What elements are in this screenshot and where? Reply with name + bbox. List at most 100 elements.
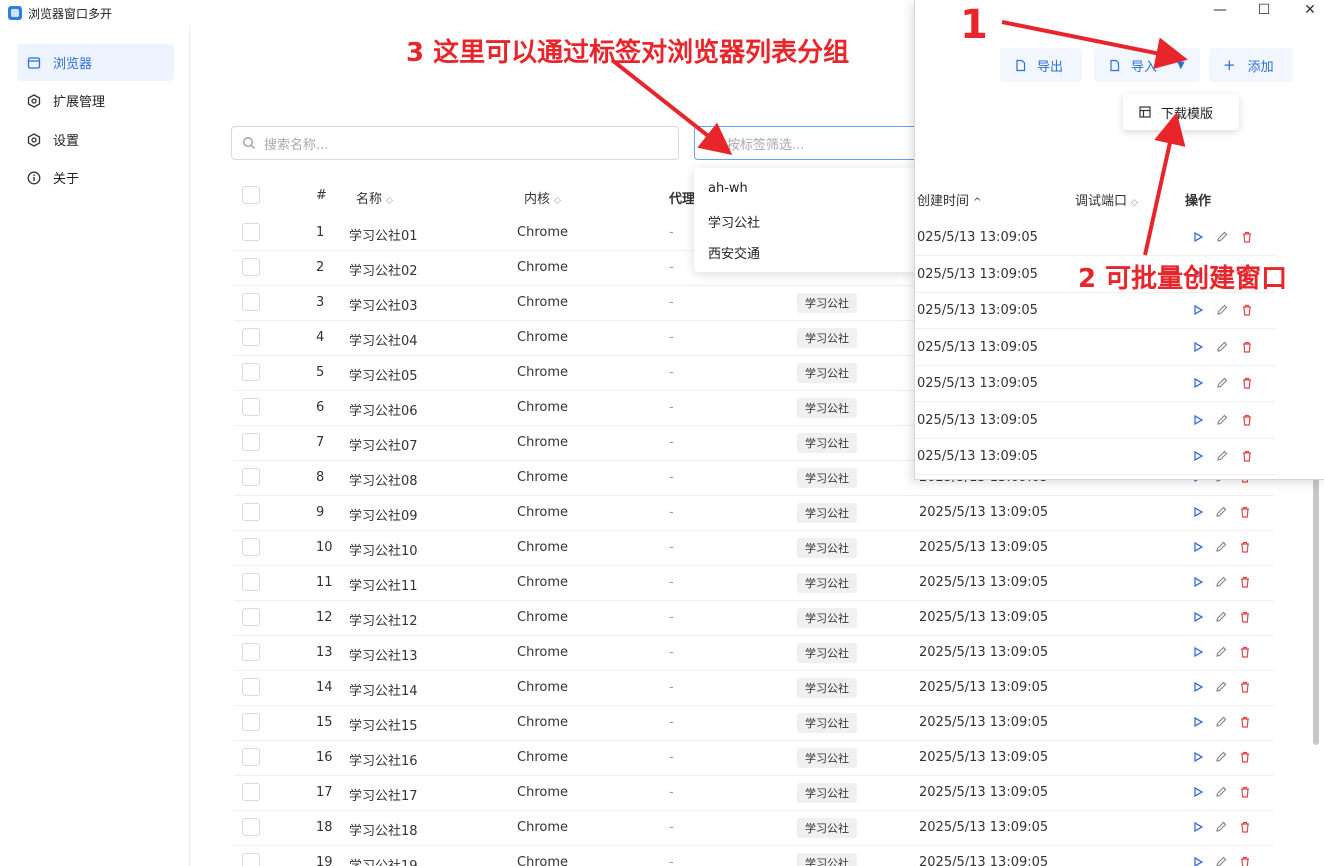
- play-icon[interactable]: [1191, 610, 1205, 624]
- tag-option[interactable]: ah-wh: [708, 181, 748, 196]
- edit-icon[interactable]: [1214, 855, 1228, 866]
- row-kernel: Chrome: [517, 400, 568, 415]
- select-all-checkbox[interactable]: [242, 186, 260, 204]
- play-icon[interactable]: [1191, 540, 1205, 554]
- edit-icon[interactable]: [1215, 449, 1229, 463]
- delete-icon[interactable]: [1238, 820, 1252, 834]
- play-icon[interactable]: [1191, 715, 1205, 729]
- edit-icon[interactable]: [1214, 645, 1228, 659]
- row-checkbox[interactable]: [242, 608, 260, 626]
- play-icon[interactable]: [1191, 680, 1205, 694]
- delete-icon[interactable]: [1238, 610, 1252, 624]
- row-checkbox[interactable]: [242, 818, 260, 836]
- row-checkbox[interactable]: [242, 503, 260, 521]
- row-checkbox[interactable]: [242, 853, 260, 866]
- edit-icon[interactable]: [1214, 750, 1228, 764]
- delete-icon[interactable]: [1240, 230, 1254, 244]
- column-name[interactable]: 名称 ◇: [356, 188, 393, 207]
- row-checkbox[interactable]: [242, 258, 260, 276]
- row-checkbox[interactable]: [242, 678, 260, 696]
- edit-icon[interactable]: [1214, 785, 1228, 799]
- edit-icon[interactable]: [1214, 610, 1228, 624]
- delete-icon[interactable]: [1240, 340, 1254, 354]
- row-tag: 学习公社: [797, 573, 857, 593]
- delete-icon[interactable]: [1240, 413, 1254, 427]
- row-checkbox[interactable]: [242, 223, 260, 241]
- row-index: 4: [316, 330, 325, 345]
- play-icon[interactable]: [1191, 449, 1205, 463]
- delete-icon[interactable]: [1238, 750, 1252, 764]
- delete-icon[interactable]: [1240, 376, 1254, 390]
- row-checkbox[interactable]: [242, 748, 260, 766]
- play-icon[interactable]: [1191, 750, 1205, 764]
- row-checkbox[interactable]: [242, 783, 260, 801]
- search-input[interactable]: 搜索名称...: [231, 126, 679, 160]
- play-icon[interactable]: [1191, 303, 1205, 317]
- play-icon[interactable]: [1191, 785, 1205, 799]
- row-checkbox[interactable]: [242, 713, 260, 731]
- row-checkbox[interactable]: [242, 293, 260, 311]
- delete-icon[interactable]: [1240, 303, 1254, 317]
- delete-icon[interactable]: [1238, 540, 1252, 554]
- play-icon[interactable]: [1191, 376, 1205, 390]
- row-checkbox[interactable]: [242, 398, 260, 416]
- maximize-icon[interactable]: ☐: [1253, 2, 1275, 18]
- play-icon[interactable]: [1191, 645, 1205, 659]
- edit-icon[interactable]: [1214, 680, 1228, 694]
- edit-icon[interactable]: [1215, 230, 1229, 244]
- download-template-menu-item[interactable]: 下载模版: [1123, 94, 1239, 130]
- edit-icon[interactable]: [1214, 505, 1228, 519]
- column-debug-port[interactable]: 调试端口 ◇: [1075, 190, 1138, 209]
- tag-option[interactable]: 西安交通: [708, 243, 760, 262]
- sidebar-item-about[interactable]: 关于: [17, 159, 174, 196]
- row-checkbox[interactable]: [242, 363, 260, 381]
- column-created[interactable]: 创建时间 ^: [917, 190, 982, 209]
- sidebar-item-settings[interactable]: 设置: [17, 121, 174, 158]
- sidebar-item-extensions[interactable]: 扩展管理: [17, 82, 174, 119]
- row-checkbox[interactable]: [242, 328, 260, 346]
- edit-icon[interactable]: [1214, 575, 1228, 589]
- row-index: 17: [316, 785, 333, 800]
- play-icon[interactable]: [1191, 230, 1205, 244]
- edit-icon[interactable]: [1215, 413, 1229, 427]
- sidebar-item-browser[interactable]: 浏览器: [17, 44, 174, 81]
- delete-icon[interactable]: [1240, 449, 1254, 463]
- import-button[interactable]: 导入 ▼: [1094, 48, 1200, 82]
- caret-down-icon[interactable]: ▼: [1177, 60, 1185, 71]
- row-checkbox[interactable]: [242, 643, 260, 661]
- delete-icon[interactable]: [1238, 680, 1252, 694]
- play-icon[interactable]: [1191, 855, 1205, 866]
- edit-icon[interactable]: [1214, 540, 1228, 554]
- tag-option[interactable]: 学习公社: [708, 212, 760, 231]
- close-icon[interactable]: ✕: [1299, 2, 1321, 18]
- row-checkbox[interactable]: [242, 573, 260, 591]
- delete-icon[interactable]: [1238, 505, 1252, 519]
- delete-icon[interactable]: [1238, 575, 1252, 589]
- edit-icon[interactable]: [1214, 715, 1228, 729]
- delete-icon[interactable]: [1238, 715, 1252, 729]
- column-kernel[interactable]: 内核 ◇: [524, 188, 561, 207]
- play-icon[interactable]: [1191, 413, 1205, 427]
- edit-icon[interactable]: [1215, 376, 1229, 390]
- add-button[interactable]: + 添加: [1209, 48, 1293, 82]
- annotation-1: 1: [960, 2, 988, 48]
- play-icon[interactable]: [1191, 820, 1205, 834]
- minimize-icon[interactable]: —: [1209, 2, 1231, 18]
- edit-icon[interactable]: [1215, 340, 1229, 354]
- delete-icon[interactable]: [1238, 855, 1252, 866]
- export-button[interactable]: 导出: [1000, 48, 1082, 82]
- play-icon[interactable]: [1191, 575, 1205, 589]
- delete-icon[interactable]: [1238, 785, 1252, 799]
- row-tag: 学习公社: [797, 678, 857, 698]
- play-icon[interactable]: [1191, 340, 1205, 354]
- row-actions: [1191, 785, 1251, 801]
- row-checkbox[interactable]: [242, 538, 260, 556]
- edit-icon[interactable]: [1215, 303, 1229, 317]
- row-actions: [1191, 303, 1251, 319]
- row-kernel: Chrome: [517, 505, 568, 520]
- delete-icon[interactable]: [1238, 645, 1252, 659]
- row-checkbox[interactable]: [242, 433, 260, 451]
- play-icon[interactable]: [1191, 505, 1205, 519]
- row-checkbox[interactable]: [242, 468, 260, 486]
- edit-icon[interactable]: [1214, 820, 1228, 834]
